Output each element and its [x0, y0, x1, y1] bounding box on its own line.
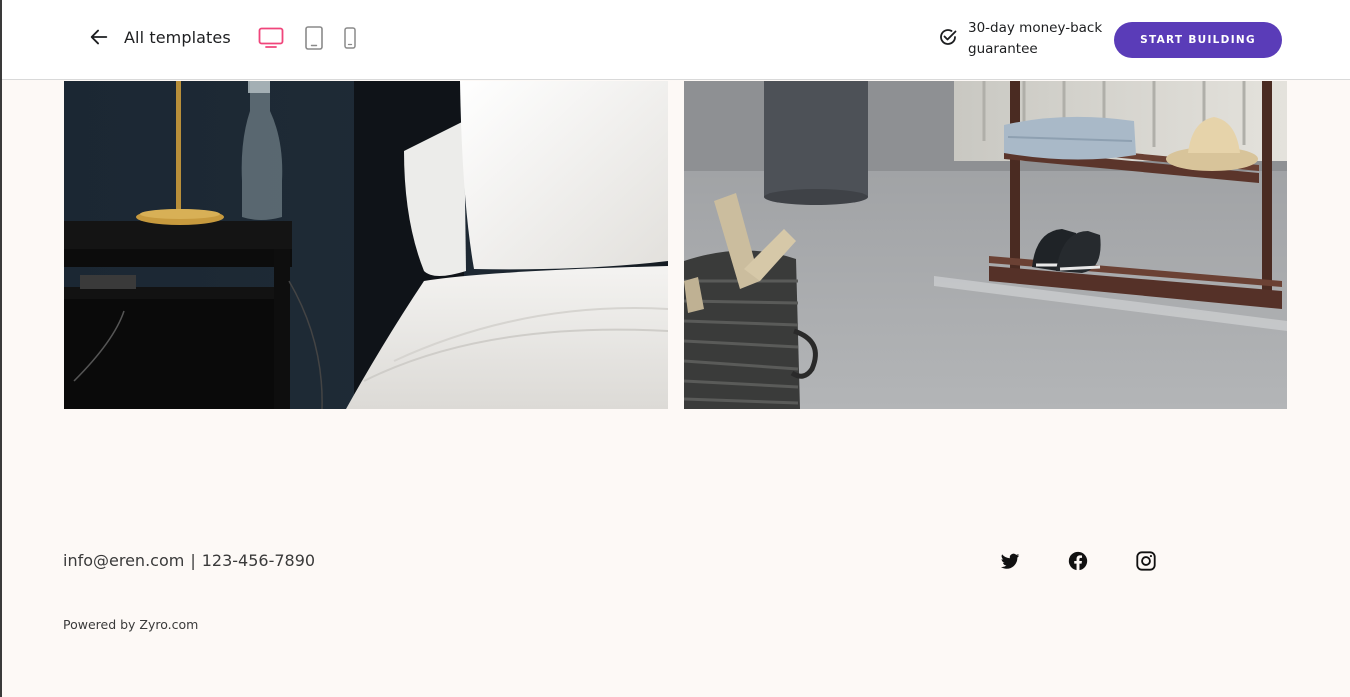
money-back-guarantee: 30-day money-back guarantee: [938, 18, 1108, 60]
desktop-view-button[interactable]: [258, 26, 284, 50]
tablet-icon: [304, 26, 324, 50]
facebook-icon: [1067, 550, 1089, 572]
facebook-link[interactable]: [1067, 550, 1089, 572]
twitter-icon: [999, 550, 1021, 572]
instagram-icon: [1135, 550, 1157, 572]
template-preview: All templates 30-day money-back guarante…: [0, 0, 1350, 697]
powered-by-link[interactable]: Powered by Zyro.com: [63, 617, 198, 632]
shoe-rack-photo: [684, 81, 1287, 409]
email-link[interactable]: info@eren.com: [63, 551, 184, 570]
check-circle-icon: [938, 27, 958, 52]
guarantee-text: 30-day money-back guarantee: [968, 20, 1103, 57]
tablet-view-button[interactable]: [304, 26, 324, 50]
preview-toolbar: All templates 30-day money-back guarante…: [2, 0, 1350, 80]
back-link-label: All templates: [124, 27, 231, 47]
twitter-link[interactable]: [999, 550, 1021, 572]
back-to-templates-link[interactable]: All templates: [88, 26, 231, 48]
start-building-button[interactable]: START BUILDING: [1114, 22, 1282, 58]
contact-separator: |: [190, 551, 196, 570]
window-edge: [0, 0, 2, 697]
contact-info: info@eren.com | 123-456-7890: [63, 551, 315, 570]
phone-link[interactable]: 123-456-7890: [202, 551, 315, 570]
mobile-icon: [343, 26, 357, 50]
arrow-left-icon: [88, 26, 110, 48]
bedroom-photo: [64, 81, 668, 409]
instagram-link[interactable]: [1135, 550, 1157, 572]
mobile-view-button[interactable]: [343, 26, 357, 50]
desktop-icon: [258, 26, 284, 50]
